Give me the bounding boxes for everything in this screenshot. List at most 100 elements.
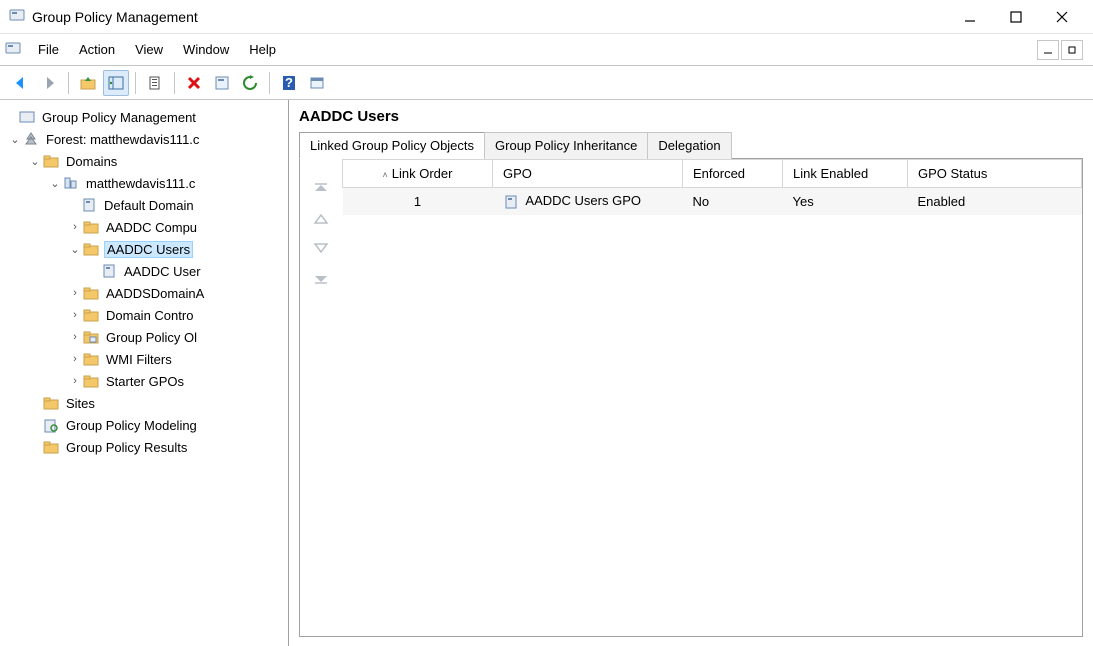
detail-pane: AADDC Users Linked Group Policy Objects … bbox=[289, 100, 1093, 646]
tree-forest[interactable]: ⌄ Forest: matthewdavis111.c bbox=[0, 128, 288, 150]
cell-enforced: No bbox=[683, 188, 783, 215]
tree-label: Forest: matthewdavis111.c bbox=[44, 132, 201, 147]
col-gpo-status[interactable]: GPO Status bbox=[908, 160, 1082, 188]
toolbar: ? bbox=[0, 66, 1093, 100]
properties-button[interactable] bbox=[209, 70, 235, 96]
col-enforced[interactable]: Enforced bbox=[683, 160, 783, 188]
tab-delegation[interactable]: Delegation bbox=[647, 132, 731, 159]
refresh-button[interactable] bbox=[237, 70, 263, 96]
expand-icon[interactable]: › bbox=[68, 221, 82, 233]
tree-domain[interactable]: ⌄ matthewdavis111.c bbox=[0, 172, 288, 194]
expand-icon[interactable]: › bbox=[68, 331, 82, 343]
move-down-button[interactable] bbox=[312, 241, 330, 258]
delete-button[interactable] bbox=[181, 70, 207, 96]
tree-label: Group Policy Results bbox=[64, 440, 189, 455]
gpo-link-icon bbox=[100, 263, 118, 279]
starter-gpo-icon bbox=[82, 373, 100, 389]
col-gpo[interactable]: GPO bbox=[493, 160, 683, 188]
mdi-restore-button[interactable] bbox=[1061, 40, 1083, 60]
tree-starter-gpos[interactable]: › Starter GPOs bbox=[0, 370, 288, 392]
up-button[interactable] bbox=[75, 70, 101, 96]
tree-label: AADDC User bbox=[122, 264, 203, 279]
collapse-icon[interactable]: ⌄ bbox=[48, 177, 62, 190]
tab-inheritance[interactable]: Group Policy Inheritance bbox=[484, 132, 648, 159]
mdi-minimize-button[interactable] bbox=[1037, 40, 1059, 60]
tree-sites[interactable]: Sites bbox=[0, 392, 288, 414]
collapse-icon[interactable]: ⌄ bbox=[8, 133, 22, 146]
gpm-icon bbox=[18, 109, 36, 125]
tree-root[interactable]: Group Policy Management bbox=[0, 106, 288, 128]
expand-icon[interactable]: › bbox=[68, 353, 82, 365]
tree-label: Domains bbox=[64, 154, 119, 169]
tree-gp-results[interactable]: Group Policy Results bbox=[0, 436, 288, 458]
menu-file[interactable]: File bbox=[28, 38, 69, 61]
tree-label: Group Policy Modeling bbox=[64, 418, 199, 433]
collapse-icon[interactable]: ⌄ bbox=[28, 155, 42, 168]
sites-icon bbox=[42, 395, 60, 411]
ou-icon bbox=[82, 285, 100, 301]
window-title: Group Policy Management bbox=[32, 9, 198, 25]
menu-action[interactable]: Action bbox=[69, 38, 125, 61]
help-button[interactable]: ? bbox=[276, 70, 302, 96]
col-link-order[interactable]: ˄Link Order bbox=[343, 160, 493, 188]
cell-gpo-status: Enabled bbox=[908, 188, 1082, 215]
move-bottom-button[interactable] bbox=[312, 270, 330, 287]
tree-domain-controllers[interactable]: › Domain Contro bbox=[0, 304, 288, 326]
expand-icon[interactable]: › bbox=[68, 287, 82, 299]
ou-icon bbox=[82, 241, 100, 257]
forward-button[interactable] bbox=[36, 70, 62, 96]
copy-button[interactable] bbox=[142, 70, 168, 96]
title-bar: Group Policy Management bbox=[0, 0, 1093, 34]
tree-label: matthewdavis111.c bbox=[84, 176, 197, 191]
collapse-icon[interactable]: ⌄ bbox=[68, 243, 82, 256]
col-link-enabled[interactable]: Link Enabled bbox=[783, 160, 908, 188]
move-up-button[interactable] bbox=[312, 212, 330, 229]
mmc-icon bbox=[4, 39, 22, 60]
tree-label: Domain Contro bbox=[104, 308, 195, 323]
gpo-link-icon bbox=[80, 197, 98, 213]
results-icon bbox=[42, 439, 60, 455]
tree-aadds-domain[interactable]: › AADDSDomainA bbox=[0, 282, 288, 304]
tree-label: Sites bbox=[64, 396, 97, 411]
cell-link-order: 1 bbox=[343, 188, 493, 215]
tree-aaddc-users[interactable]: ⌄ AADDC Users bbox=[0, 238, 288, 260]
domain-icon bbox=[62, 175, 80, 191]
table-header-row: ˄Link Order GPO Enforced Link Enabled GP… bbox=[343, 160, 1082, 188]
tree-label: AADDSDomainA bbox=[104, 286, 206, 301]
cell-link-enabled: Yes bbox=[783, 188, 908, 215]
ou-icon bbox=[82, 307, 100, 323]
tab-strip: Linked Group Policy Objects Group Policy… bbox=[299, 131, 1083, 159]
linked-gpo-table[interactable]: ˄Link Order GPO Enforced Link Enabled GP… bbox=[342, 159, 1082, 215]
detail-title: AADDC Users bbox=[299, 108, 1083, 125]
wmi-icon bbox=[82, 351, 100, 367]
tree-default-domain-policy[interactable]: Default Domain bbox=[0, 194, 288, 216]
table-row[interactable]: 1 AADDC Users GPO No Yes Enabled bbox=[343, 188, 1082, 215]
tree-label: Default Domain bbox=[102, 198, 196, 213]
link-order-controls bbox=[300, 159, 342, 636]
cell-gpo-name: AADDC Users GPO bbox=[525, 193, 641, 208]
tree-aaddc-users-gpo[interactable]: AADDC User bbox=[0, 260, 288, 282]
tree-domains[interactable]: ⌄ Domains bbox=[0, 150, 288, 172]
menu-bar: File Action View Window Help bbox=[0, 34, 1093, 66]
close-button[interactable] bbox=[1039, 2, 1085, 32]
show-hide-tree-button[interactable] bbox=[103, 70, 129, 96]
gpo-folder-icon bbox=[82, 329, 100, 345]
expand-icon[interactable]: › bbox=[68, 309, 82, 321]
tree-wmi-filters[interactable]: › WMI Filters bbox=[0, 348, 288, 370]
menu-view[interactable]: View bbox=[125, 38, 173, 61]
menu-help[interactable]: Help bbox=[239, 38, 286, 61]
console-tree[interactable]: Group Policy Management ⌄ Forest: matthe… bbox=[0, 100, 289, 646]
tree-group-policy-objects[interactable]: › Group Policy Ol bbox=[0, 326, 288, 348]
new-window-button[interactable] bbox=[304, 70, 330, 96]
back-button[interactable] bbox=[8, 70, 34, 96]
minimize-button[interactable] bbox=[947, 2, 993, 32]
tree-label: Group Policy Management bbox=[40, 110, 198, 125]
sort-indicator-icon: ˄ bbox=[383, 170, 388, 180]
menu-window[interactable]: Window bbox=[173, 38, 239, 61]
tree-aaddc-computers[interactable]: › AADDC Compu bbox=[0, 216, 288, 238]
expand-icon[interactable]: › bbox=[68, 375, 82, 387]
maximize-button[interactable] bbox=[993, 2, 1039, 32]
tree-gp-modeling[interactable]: Group Policy Modeling bbox=[0, 414, 288, 436]
tab-linked-gpos[interactable]: Linked Group Policy Objects bbox=[299, 132, 485, 159]
move-top-button[interactable] bbox=[312, 183, 330, 200]
